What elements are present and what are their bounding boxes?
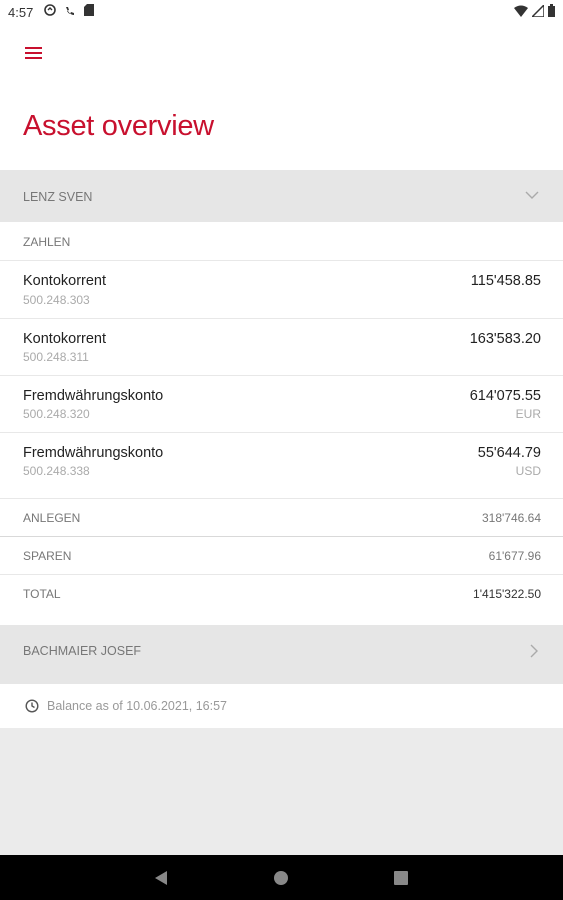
account-holder-header[interactable]: BACHMAIER JOSEF <box>0 625 563 684</box>
section-label: ZAHLEN <box>23 235 71 249</box>
sync-icon <box>44 4 56 16</box>
summary-value: 61'677.96 <box>488 549 541 563</box>
wifi-calling-icon <box>66 7 74 15</box>
header <box>0 26 563 170</box>
account-row[interactable]: Fremdwährungskonto 500.248.338 55'644.79… <box>0 433 563 499</box>
account-row[interactable]: Fremdwährungskonto 500.248.320 614'075.5… <box>0 376 563 433</box>
status-bar: 4:57 <box>0 0 563 26</box>
account-currency: USD <box>515 464 541 478</box>
summary-row-sparen[interactable]: SPAREN 61'677.96 <box>0 537 563 575</box>
home-circle-icon[interactable] <box>273 870 289 886</box>
chevron-down-icon <box>525 191 539 199</box>
summary-value: 1'415'322.50 <box>473 587 541 601</box>
summary-row-total: TOTAL 1'415'322.50 <box>0 575 563 615</box>
hamburger-menu-icon[interactable] <box>22 42 46 64</box>
account-number: 500.248.320 <box>23 407 90 421</box>
page-title: Asset overview <box>23 110 214 142</box>
account-name: Kontokorrent <box>23 273 107 289</box>
account-name: Fremdwährungskonto <box>23 445 164 461</box>
summary-label: SPAREN <box>23 549 72 563</box>
account-row[interactable]: Kontokorrent 500.248.303 115'458.85 <box>0 261 563 319</box>
account-number: 500.248.303 <box>23 293 90 307</box>
balance-note-text: Balance as of 10.06.2021, 16:57 <box>47 699 228 713</box>
sd-card-icon <box>84 4 94 16</box>
summary-label: TOTAL <box>23 587 61 601</box>
section-label-row: ZAHLEN <box>0 222 563 261</box>
account-name: Fremdwährungskonto <box>23 388 164 404</box>
account-balance: 115'458.85 <box>470 273 541 289</box>
account-holder-name: BACHMAIER JOSEF <box>23 644 142 658</box>
account-balance: 55'644.79 <box>477 445 541 461</box>
battery-icon <box>548 4 555 17</box>
account-currency: EUR <box>515 407 541 421</box>
summary-value: 318'746.64 <box>481 511 541 525</box>
wifi-icon <box>514 5 528 17</box>
system-nav-bar <box>0 855 563 900</box>
signal-icon <box>532 4 544 17</box>
clock-icon <box>25 699 39 713</box>
account-balance: 614'075.55 <box>469 388 541 404</box>
recents-square-icon[interactable] <box>394 871 408 885</box>
summary-row-anlegen[interactable]: ANLEGEN 318'746.64 <box>0 499 563 537</box>
account-holder-header[interactable]: LENZ SVEN <box>0 170 563 222</box>
summary-label: ANLEGEN <box>23 511 81 525</box>
back-triangle-icon[interactable] <box>154 870 168 886</box>
chevron-right-icon <box>530 644 538 658</box>
account-number: 500.248.311 <box>23 350 89 364</box>
balance-note: Balance as of 10.06.2021, 16:57 <box>0 684 563 728</box>
account-row[interactable]: Kontokorrent 500.248.311 163'583.20 <box>0 319 563 376</box>
account-name: Kontokorrent <box>23 331 107 347</box>
account-number: 500.248.338 <box>23 464 90 478</box>
account-list: ZAHLEN Kontokorrent 500.248.303 115'458.… <box>0 222 563 625</box>
account-holder-name: LENZ SVEN <box>23 190 93 204</box>
account-balance: 163'583.20 <box>469 331 541 347</box>
status-time: 4:57 <box>8 5 34 20</box>
